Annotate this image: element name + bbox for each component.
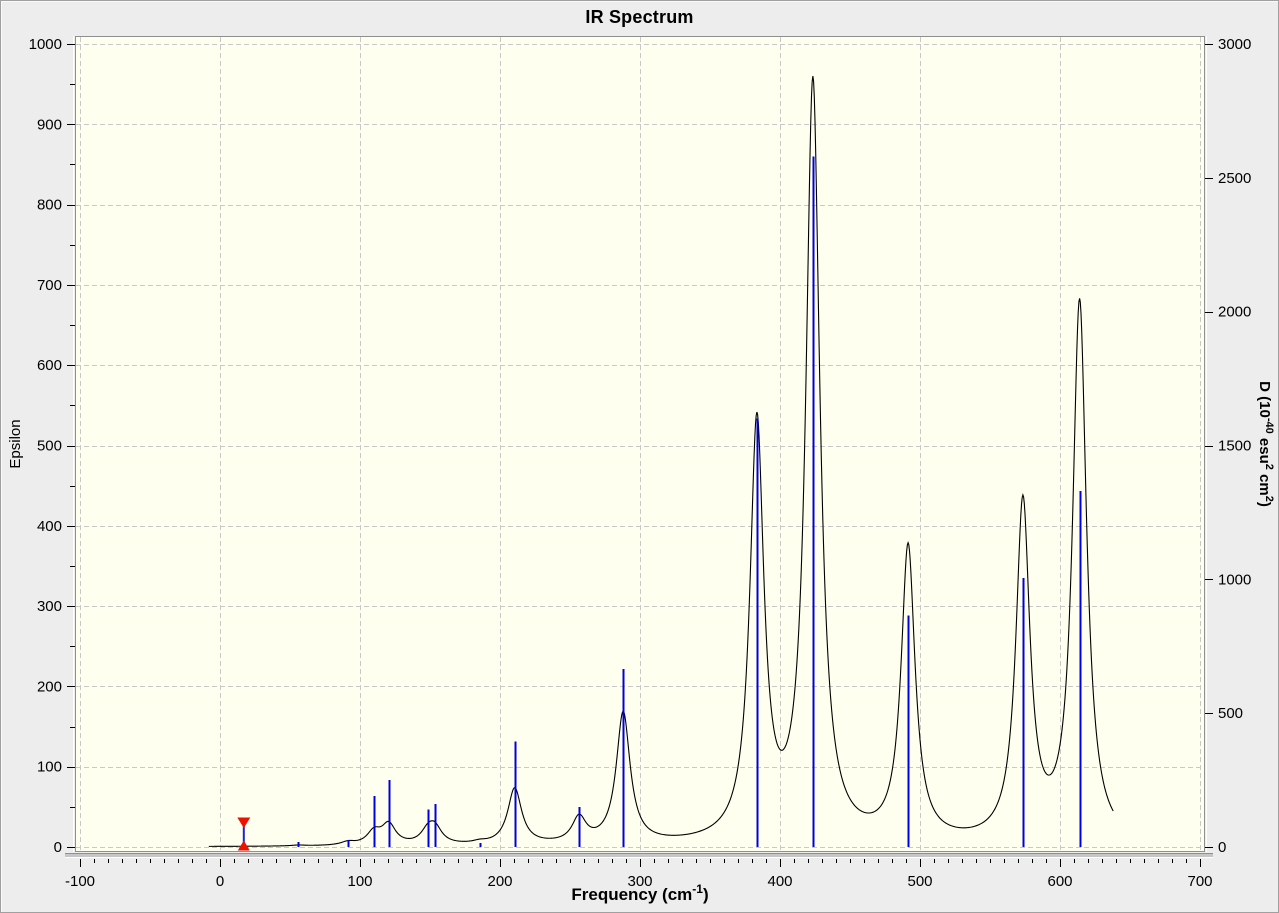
svg-text:600: 600: [1047, 873, 1072, 890]
svg-text:1500: 1500: [1218, 438, 1251, 455]
svg-text:2000: 2000: [1218, 304, 1251, 321]
svg-text:0: 0: [54, 839, 62, 856]
svg-text:800: 800: [37, 197, 62, 214]
x-axis-band: [65, 853, 1213, 858]
x-axis-label: Frequency (cm-1​): [571, 882, 708, 904]
svg-text:100: 100: [37, 759, 62, 776]
svg-text:2500: 2500: [1218, 170, 1251, 187]
svg-text:3000: 3000: [1218, 36, 1251, 53]
svg-text:200: 200: [487, 873, 512, 890]
y-right-axis-label: D (10-40​ esu2​ cm2​): [1256, 381, 1275, 507]
svg-text:200: 200: [37, 678, 62, 695]
svg-text:-100: -100: [65, 873, 95, 890]
svg-text:0: 0: [216, 873, 224, 890]
svg-text:600: 600: [37, 357, 62, 374]
svg-text:1000: 1000: [29, 36, 62, 53]
svg-text:0: 0: [1218, 839, 1226, 856]
spectrum-svg[interactable]: -100 0 100 200 300 400 500 600 70001002003004005…: [1, 1, 1279, 913]
svg-text:300: 300: [37, 598, 62, 615]
svg-text:700: 700: [1187, 873, 1212, 890]
svg-text:500: 500: [1218, 705, 1243, 722]
svg-text:100: 100: [347, 873, 372, 890]
svg-text:700: 700: [37, 277, 62, 294]
ir-spectrum-plot[interactable]: -100 0 100 200 300 400 500 600 700 0 100 200 300 400 5…: [1, 1, 1279, 913]
svg-text:500: 500: [37, 438, 62, 455]
svg-text:400: 400: [767, 873, 792, 890]
ir-spectrum-window: IR Spectrum -100 0 100 200 300 400 500 600 700 0 1…: [0, 0, 1279, 913]
svg-text:900: 900: [37, 116, 62, 133]
svg-text:1000: 1000: [1218, 571, 1251, 588]
svg-text:400: 400: [37, 518, 62, 535]
y-left-axis-label: Epsilon: [7, 419, 24, 468]
svg-text:500: 500: [907, 873, 932, 890]
